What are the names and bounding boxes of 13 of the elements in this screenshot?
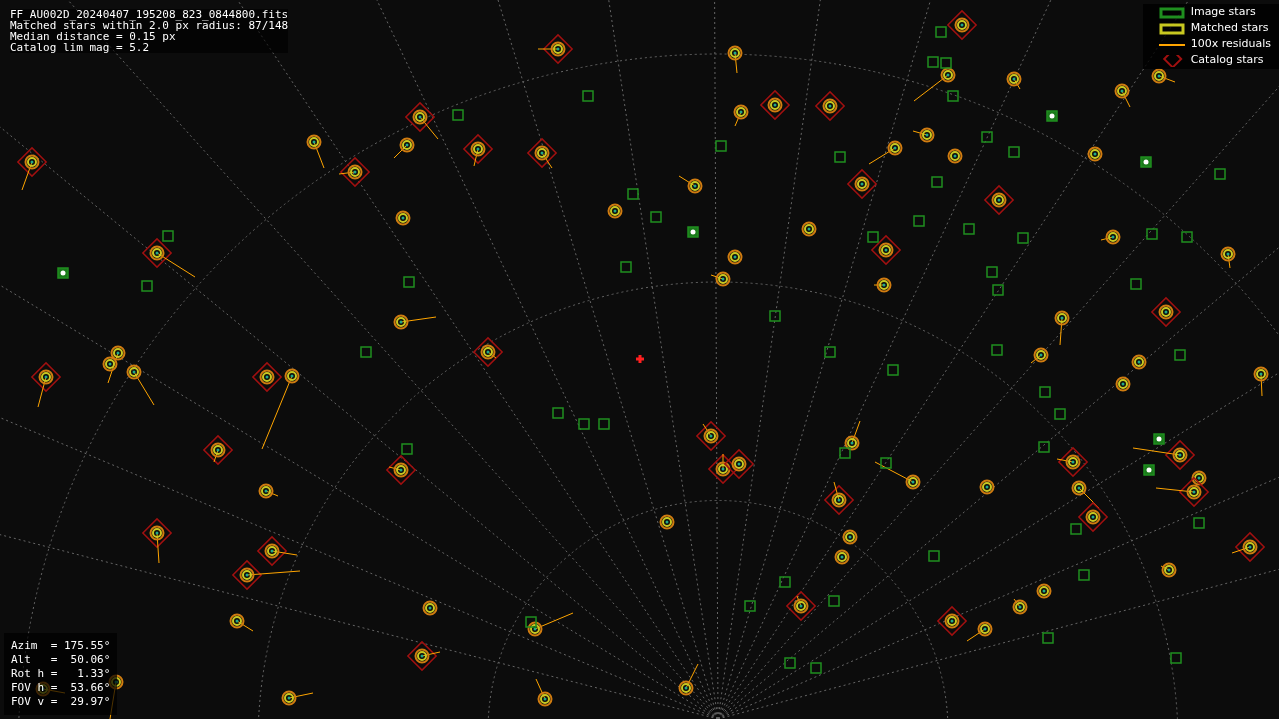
legend-label: Catalog stars xyxy=(1190,52,1264,69)
legend-label: Image stars xyxy=(1190,4,1256,21)
pointing-text: FOV h = 53.66° xyxy=(11,681,111,695)
legend-label: 100x residuals xyxy=(1190,36,1271,53)
info-text: Matched stars within 2.0 px radius: 87/148 xyxy=(10,20,289,31)
legend-label: Matched stars xyxy=(1190,20,1269,37)
pointing-text: Azim = 175.55° xyxy=(11,639,111,653)
pointing-text: Alt = 50.06° xyxy=(11,653,111,667)
pointing-text: Rot h = 1.33° xyxy=(11,667,111,681)
info-text: Catalog lim mag = 5.2 xyxy=(10,42,151,53)
info-text: Median distance = 0.15 px xyxy=(10,31,176,42)
pointing-text: FOV v = 29.97° xyxy=(11,695,111,709)
info-text: FF_AU002D_20240407_195208_823_0844800.fits xyxy=(10,9,289,20)
